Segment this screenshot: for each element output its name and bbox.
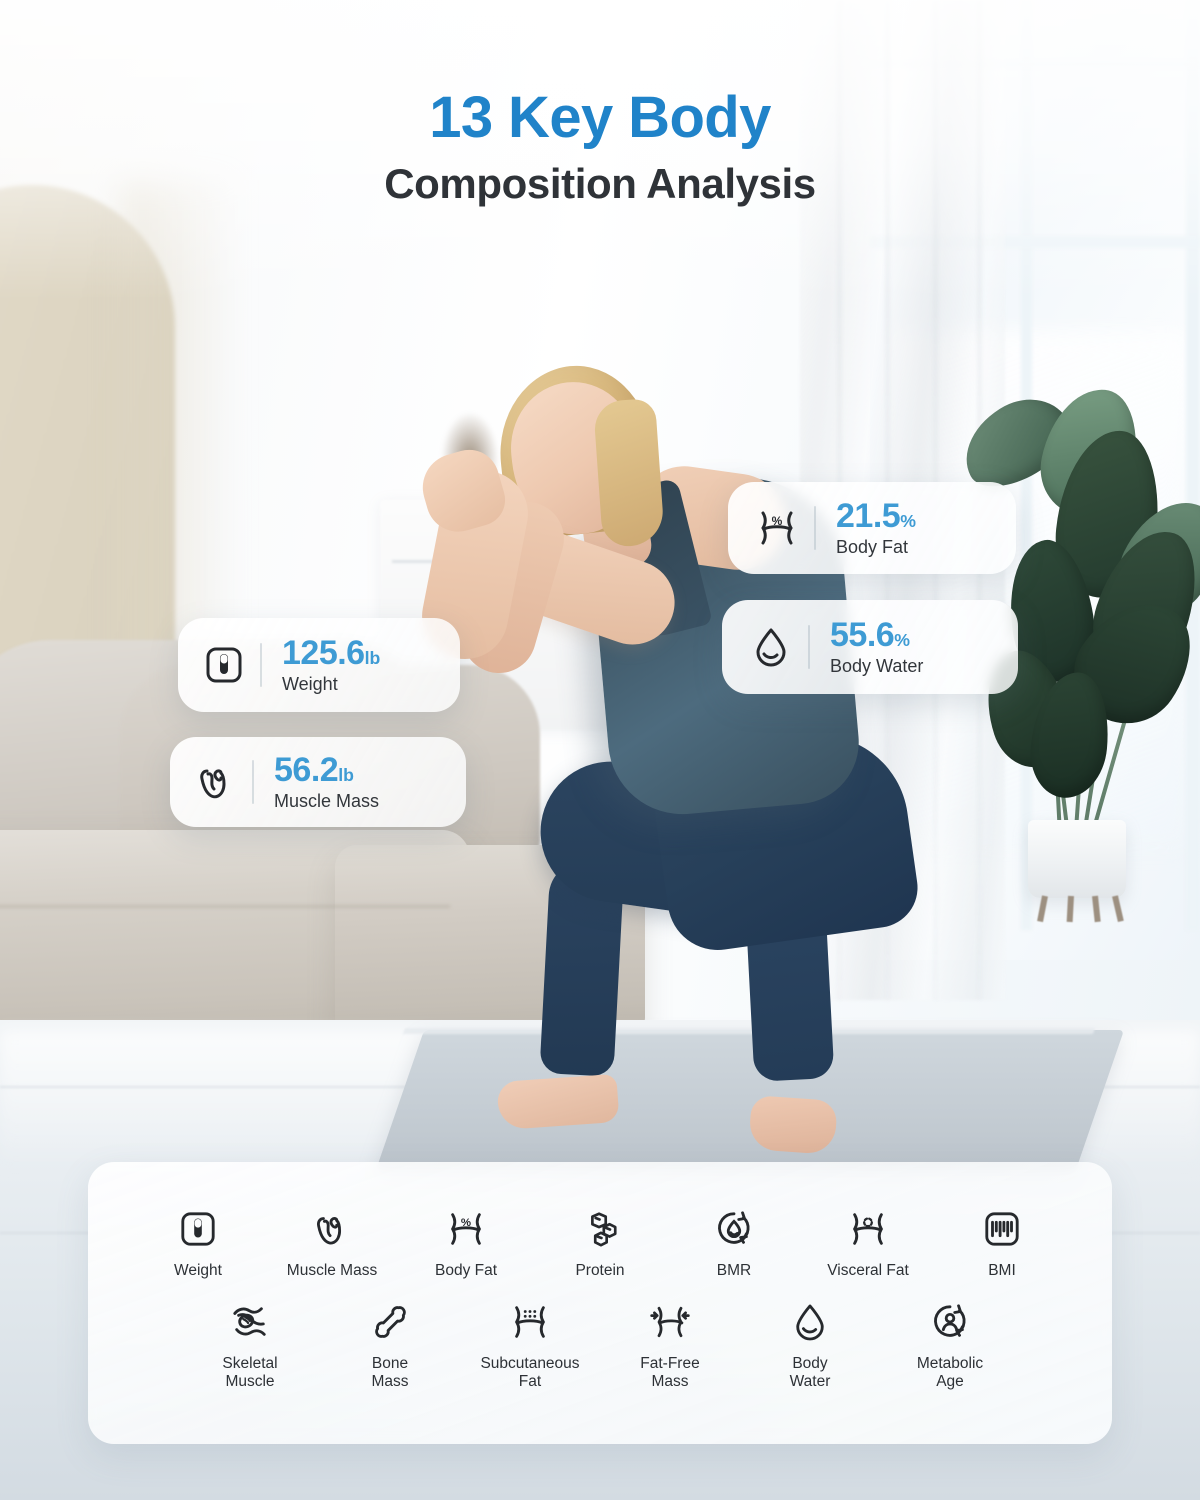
feature-row-1: Weight Muscle Mass % Body Fat Protein BM…	[122, 1206, 1078, 1281]
stat-card-muscle-mass: 56.2lb Muscle Mass	[170, 737, 466, 827]
feature-label: Bone Mass	[371, 1354, 409, 1391]
feature-skeletal-muscle: Skeletal Muscle	[180, 1299, 320, 1393]
feature-body-fat: % Body Fat	[399, 1206, 533, 1281]
body-fat-icon: %	[445, 1206, 487, 1252]
sofa-crease	[0, 905, 450, 908]
stat-values: 125.6lb Weight	[282, 636, 380, 695]
bicep-icon	[312, 1206, 352, 1252]
title-line-2: Composition Analysis	[384, 160, 816, 208]
feature-fat-free-mass: Fat-Free Mass	[600, 1299, 740, 1393]
feature-label: Body Water	[789, 1354, 831, 1391]
bmi-scale-icon	[983, 1206, 1021, 1252]
feature-panel: Weight Muscle Mass % Body Fat Protein BM…	[88, 1162, 1112, 1444]
feature-label: Muscle Mass	[286, 1261, 378, 1279]
foot	[496, 1073, 620, 1131]
feature-label: Weight	[174, 1261, 222, 1279]
stat-value: 125.6lb	[282, 633, 381, 672]
feature-label: Visceral Fat	[827, 1261, 909, 1279]
stat-card-body-fat: % 21.5% Body Fat	[728, 482, 1016, 574]
svg-text:%: %	[461, 1217, 471, 1229]
subcutaneous-fat-icon	[509, 1299, 551, 1345]
stat-values: 21.5% Body Fat	[836, 499, 916, 558]
page-title: 13 Key Body Composition Analysis	[0, 85, 1200, 208]
feature-visceral-fat: Visceral Fat	[801, 1206, 935, 1281]
feature-label: Fat-Free Mass	[640, 1354, 700, 1391]
metabolic-age-icon	[930, 1299, 970, 1345]
protein-icon	[580, 1206, 620, 1252]
stat-values: 55.6% Body Water	[830, 618, 923, 677]
feature-bone-mass: Bone Mass	[320, 1299, 460, 1393]
feature-bmi: BMI	[935, 1206, 1069, 1281]
stat-label: Body Water	[830, 655, 924, 676]
skeletal-muscle-icon	[229, 1299, 271, 1345]
scale-icon	[179, 1206, 217, 1252]
feature-label: BMI	[988, 1261, 1016, 1279]
title-line-1: 13 Key Body	[429, 85, 771, 150]
water-drop-icon	[793, 1299, 827, 1345]
stat-value: 56.2lb	[274, 750, 354, 789]
feature-label: Subcutaneous Fat	[480, 1354, 580, 1391]
scale-icon	[196, 645, 252, 685]
stat-value: 21.5%	[836, 496, 916, 535]
feature-label: BMR	[716, 1261, 752, 1279]
feature-label: Protein	[575, 1261, 625, 1279]
yoga-mat	[375, 1030, 1125, 1170]
feature-label: Body Fat	[434, 1261, 498, 1279]
stat-label: Weight	[282, 673, 338, 694]
water-drop-icon	[742, 626, 800, 668]
yoga-mat-edge	[402, 1028, 1096, 1034]
feature-subcutaneous-fat: Subcutaneous Fat	[460, 1299, 600, 1393]
hair-front	[592, 398, 666, 548]
stat-label: Body Fat	[836, 536, 909, 557]
feature-bmr: BMR	[667, 1206, 801, 1281]
card-divider	[252, 760, 254, 804]
stat-value: 55.6%	[830, 615, 910, 654]
bicep-icon	[188, 761, 244, 803]
card-divider	[814, 506, 816, 550]
feature-muscle-mass: Muscle Mass	[265, 1206, 399, 1281]
plant-pot	[1028, 820, 1126, 898]
feature-metabolic-age: Metabolic Age	[880, 1299, 1020, 1393]
stat-values: 56.2lb Muscle Mass	[274, 753, 379, 812]
stat-label: Muscle Mass	[274, 790, 380, 811]
bone-icon	[370, 1299, 410, 1345]
feature-row-2: Skeletal Muscle Bone Mass Subcutaneous F…	[122, 1299, 1078, 1393]
stat-card-body-water: 55.6% Body Water	[722, 600, 1018, 694]
marketing-image: 13 Key Body Composition Analysis 125.6lb…	[0, 0, 1200, 1500]
foot	[748, 1095, 838, 1155]
bmr-flame-icon	[714, 1206, 754, 1252]
card-divider	[260, 643, 262, 687]
body-fat-icon: %	[748, 509, 806, 547]
feature-body-water: Body Water	[740, 1299, 880, 1393]
feature-protein: Protein	[533, 1206, 667, 1281]
fat-free-mass-icon	[648, 1299, 692, 1345]
feature-weight: Weight	[131, 1206, 265, 1281]
stat-card-weight: 125.6lb Weight	[178, 618, 460, 712]
card-divider	[808, 625, 810, 669]
visceral-fat-icon	[847, 1206, 889, 1252]
svg-text:%: %	[772, 514, 783, 528]
feature-label: Skeletal Muscle	[222, 1354, 278, 1391]
feature-label: Metabolic Age	[916, 1354, 984, 1391]
